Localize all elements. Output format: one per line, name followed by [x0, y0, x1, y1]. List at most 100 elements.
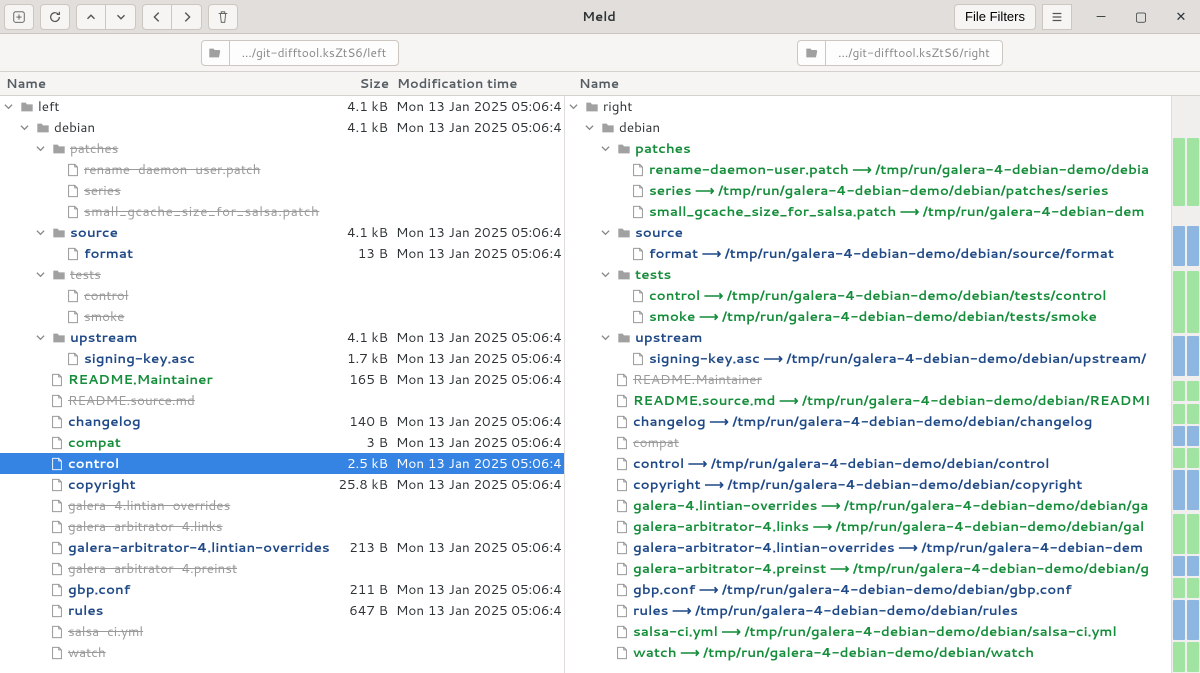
tree-row[interactable]: gbp.conf 211 B Mon 13 Jan 2025 05:06:4: [0, 579, 564, 600]
tree-row[interactable]: signing-key.asc ⟶ /tmp/run/galera-4-debi…: [565, 348, 1171, 369]
tree-row[interactable]: patches: [0, 138, 564, 159]
tree-row[interactable]: rename-daemon-user.patch ⟶ /tmp/run/gale…: [565, 159, 1171, 180]
tree-row[interactable]: changelog ⟶ /tmp/run/galera-4-debian-dem…: [565, 411, 1171, 432]
expander-icon[interactable]: [36, 333, 50, 342]
titlebar: Meld File Filters — ▢ ✕: [0, 0, 1200, 34]
expander-icon[interactable]: [601, 144, 615, 153]
tree-row[interactable]: small_gcache_size_for_salsa.patch ⟶ /tmp…: [565, 201, 1171, 222]
minimize-button[interactable]: —: [1086, 4, 1116, 30]
tree-row[interactable]: control: [0, 285, 564, 306]
header-size[interactable]: Size: [333, 75, 397, 93]
tree-row[interactable]: left 4.1 kB Mon 13 Jan 2025 05:06:4: [0, 96, 564, 117]
tree-row[interactable]: control ⟶ /tmp/run/galera-4-debian-demo/…: [565, 285, 1171, 306]
tree-row[interactable]: galera-arbitrator-4.links: [0, 516, 564, 537]
tree-row[interactable]: format 13 B Mon 13 Jan 2025 05:06:4: [0, 243, 564, 264]
refresh-button[interactable]: [40, 4, 70, 30]
header-modification[interactable]: Modification time: [397, 75, 565, 93]
file-icon: [615, 562, 629, 576]
tree-row[interactable]: changelog 140 B Mon 13 Jan 2025 05:06:4: [0, 411, 564, 432]
tree-row[interactable]: small_gcache_size_for_salsa.patch: [0, 201, 564, 222]
expander-icon[interactable]: [36, 144, 50, 153]
tree-row[interactable]: smoke ⟶ /tmp/run/galera-4-debian-demo/de…: [565, 306, 1171, 327]
expander-icon[interactable]: [585, 123, 599, 132]
header-name[interactable]: Name: [6, 75, 333, 93]
tree-row[interactable]: galera-4.lintian-overrides ⟶ /tmp/run/ga…: [565, 495, 1171, 516]
tree-row[interactable]: galera-arbitrator-4.preinst: [0, 558, 564, 579]
expander-icon[interactable]: [601, 270, 615, 279]
tree-row[interactable]: galera-4.lintian-overrides: [0, 495, 564, 516]
tree-row[interactable]: copyright ⟶ /tmp/run/galera-4-debian-dem…: [565, 474, 1171, 495]
next-change-down-button[interactable]: [106, 4, 136, 30]
tree-row[interactable]: copyright 25.8 kB Mon 13 Jan 2025 05:06:…: [0, 474, 564, 495]
tree-row[interactable]: right: [565, 96, 1171, 117]
folder-icon: [617, 142, 631, 156]
expander-icon[interactable]: [4, 102, 18, 111]
header-name[interactable]: Name: [579, 75, 1200, 93]
expander-icon[interactable]: [569, 102, 583, 111]
tree-row[interactable]: watch ⟶ /tmp/run/galera-4-debian-demo/de…: [565, 642, 1171, 663]
tree-row[interactable]: README.source.md ⟶ /tmp/run/galera-4-deb…: [565, 390, 1171, 411]
hamburger-menu-button[interactable]: [1042, 4, 1072, 30]
tree-row[interactable]: compat 3 B Mon 13 Jan 2025 05:06:4: [0, 432, 564, 453]
tree-row-selected[interactable]: control 2.5 kB Mon 13 Jan 2025 05:06:4: [0, 453, 564, 474]
tree-row[interactable]: tests: [565, 264, 1171, 285]
row-name: galera-4.lintian-overrides ⟶ /tmp/run/ga…: [633, 496, 1171, 515]
tree-row[interactable]: series: [0, 180, 564, 201]
tree-row[interactable]: format ⟶ /tmp/run/galera-4-debian-demo/d…: [565, 243, 1171, 264]
tree-row[interactable]: galera-arbitrator-4.links ⟶ /tmp/run/gal…: [565, 516, 1171, 537]
tree-row[interactable]: tests: [0, 264, 564, 285]
tree-row[interactable]: rules ⟶ /tmp/run/galera-4-debian-demo/de…: [565, 600, 1171, 621]
row-name: small_gcache_size_for_salsa.patch ⟶ /tmp…: [649, 202, 1171, 221]
new-tab-button[interactable]: [4, 4, 34, 30]
right-path-selector[interactable]: .../git-difftool.ksZtS6/right: [797, 40, 1003, 66]
prev-change-up-button[interactable]: [76, 4, 106, 30]
row-size: 2.5 kB: [332, 454, 396, 473]
tree-row[interactable]: debian 4.1 kB Mon 13 Jan 2025 05:06:4: [0, 117, 564, 138]
tree-row[interactable]: series ⟶ /tmp/run/galera-4-debian-demo/d…: [565, 180, 1171, 201]
expander-icon[interactable]: [20, 123, 34, 132]
tree-row[interactable]: source 4.1 kB Mon 13 Jan 2025 05:06:4: [0, 222, 564, 243]
forward-button[interactable]: [172, 4, 202, 30]
expander-icon[interactable]: [601, 333, 615, 342]
tree-row[interactable]: patches: [565, 138, 1171, 159]
tree-row[interactable]: README.Maintainer 165 B Mon 13 Jan 2025 …: [0, 369, 564, 390]
tree-row[interactable]: gbp.conf ⟶ /tmp/run/galera-4-debian-demo…: [565, 579, 1171, 600]
expander-icon[interactable]: [36, 270, 50, 279]
close-button[interactable]: ✕: [1166, 4, 1196, 30]
tree-row[interactable]: rename-daemon-user.patch: [0, 159, 564, 180]
tree-row[interactable]: watch: [0, 642, 564, 663]
path-bar: .../git-difftool.ksZtS6/left .../git-dif…: [0, 34, 1200, 72]
row-size: 4.1 kB: [332, 328, 396, 347]
tree-row[interactable]: source: [565, 222, 1171, 243]
tree-row[interactable]: smoke: [0, 306, 564, 327]
file-filters-button[interactable]: File Filters: [954, 4, 1036, 30]
tree-row[interactable]: README.Maintainer: [565, 369, 1171, 390]
tree-row[interactable]: compat: [565, 432, 1171, 453]
tree-row[interactable]: README.source.md: [0, 390, 564, 411]
file-icon: [615, 520, 629, 534]
tree-row[interactable]: galera-arbitrator-4.preinst ⟶ /tmp/run/g…: [565, 558, 1171, 579]
right-tree[interactable]: right debian patches rename-daemon-user.…: [565, 96, 1172, 673]
folder-icon: [52, 142, 66, 156]
tree-row[interactable]: control ⟶ /tmp/run/galera-4-debian-demo/…: [565, 453, 1171, 474]
tree-row[interactable]: salsa-ci.yml ⟶ /tmp/run/galera-4-debian-…: [565, 621, 1171, 642]
tree-row[interactable]: upstream 4.1 kB Mon 13 Jan 2025 05:06:4: [0, 327, 564, 348]
back-button[interactable]: [142, 4, 172, 30]
file-icon: [66, 289, 80, 303]
tree-row[interactable]: debian: [565, 117, 1171, 138]
change-overview-strip[interactable]: [1172, 96, 1200, 673]
left-path-selector[interactable]: .../git-difftool.ksZtS6/left: [201, 40, 400, 66]
left-tree[interactable]: left 4.1 kB Mon 13 Jan 2025 05:06:4 debi…: [0, 96, 565, 673]
row-name: compat: [633, 433, 1171, 452]
expander-icon[interactable]: [601, 228, 615, 237]
tree-row[interactable]: galera-arbitrator-4.lintian-overrides 21…: [0, 537, 564, 558]
tree-row[interactable]: signing-key.asc 1.7 kB Mon 13 Jan 2025 0…: [0, 348, 564, 369]
tree-row[interactable]: upstream: [565, 327, 1171, 348]
tree-row[interactable]: salsa-ci.yml: [0, 621, 564, 642]
tree-row[interactable]: rules 647 B Mon 13 Jan 2025 05:06:4: [0, 600, 564, 621]
maximize-button[interactable]: ▢: [1126, 4, 1156, 30]
folder-icon: [52, 226, 66, 240]
tree-row[interactable]: galera-arbitrator-4.lintian-overrides ⟶ …: [565, 537, 1171, 558]
delete-button[interactable]: [208, 4, 238, 30]
expander-icon[interactable]: [36, 228, 50, 237]
